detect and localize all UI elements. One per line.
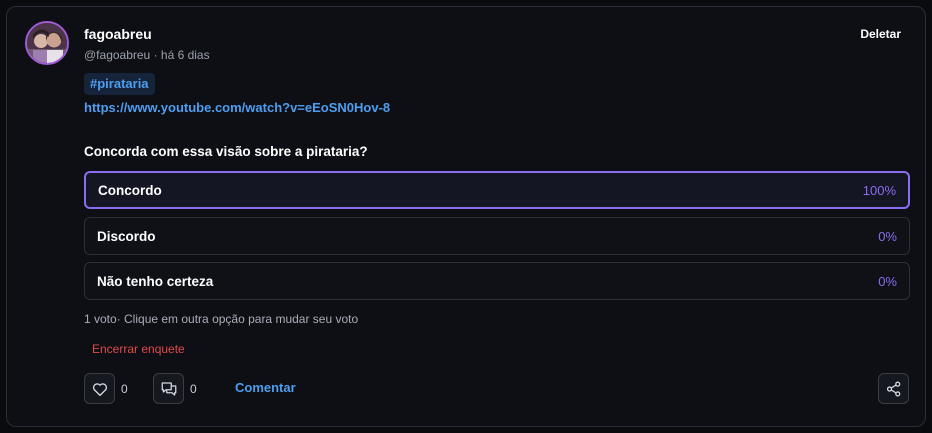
poll-option-label: Não tenho certeza (97, 273, 214, 289)
post-author-username[interactable]: fagoabreu (84, 26, 152, 42)
avatar[interactable] (25, 21, 69, 65)
poll-option-concordo[interactable]: Concordo 100% (84, 171, 910, 209)
comment-count: 0 (190, 382, 197, 396)
comments-icon (161, 381, 176, 396)
post-card: fagoabreu @fagoabreu · há 6 dias Deletar… (6, 6, 926, 427)
poll-option-discordo[interactable]: Discordo 0% (84, 217, 910, 255)
poll-option-label: Concordo (98, 182, 162, 198)
share-button[interactable] (878, 373, 909, 404)
comments-button[interactable] (153, 373, 184, 404)
poll-option-percent: 0% (878, 228, 897, 244)
share-icon (886, 381, 900, 396)
like-button[interactable] (84, 373, 115, 404)
hashtag-tag[interactable]: #pirataria (84, 73, 155, 95)
delete-button[interactable]: Deletar (860, 27, 901, 41)
avatar-photo (27, 23, 67, 63)
like-count: 0 (121, 382, 128, 396)
poll-option-nao-tenho-certeza[interactable]: Não tenho certeza 0% (84, 262, 910, 300)
poll-option-percent: 100% (862, 182, 896, 198)
post-meta: @fagoabreu · há 6 dias (84, 48, 210, 62)
poll-option-percent: 0% (878, 273, 897, 289)
heart-icon (92, 382, 107, 396)
poll-question: Concorda com essa visão sobre a piratari… (84, 144, 368, 159)
post-link[interactable]: https://www.youtube.com/watch?v=eEoSN0Ho… (84, 100, 390, 115)
poll-vote-count: 1 voto· Clique em outra opção para mudar… (84, 312, 359, 326)
close-poll-button[interactable]: Encerrar enquete (92, 342, 185, 356)
poll-option-label: Discordo (97, 228, 156, 244)
comment-link[interactable]: Comentar (235, 380, 296, 395)
